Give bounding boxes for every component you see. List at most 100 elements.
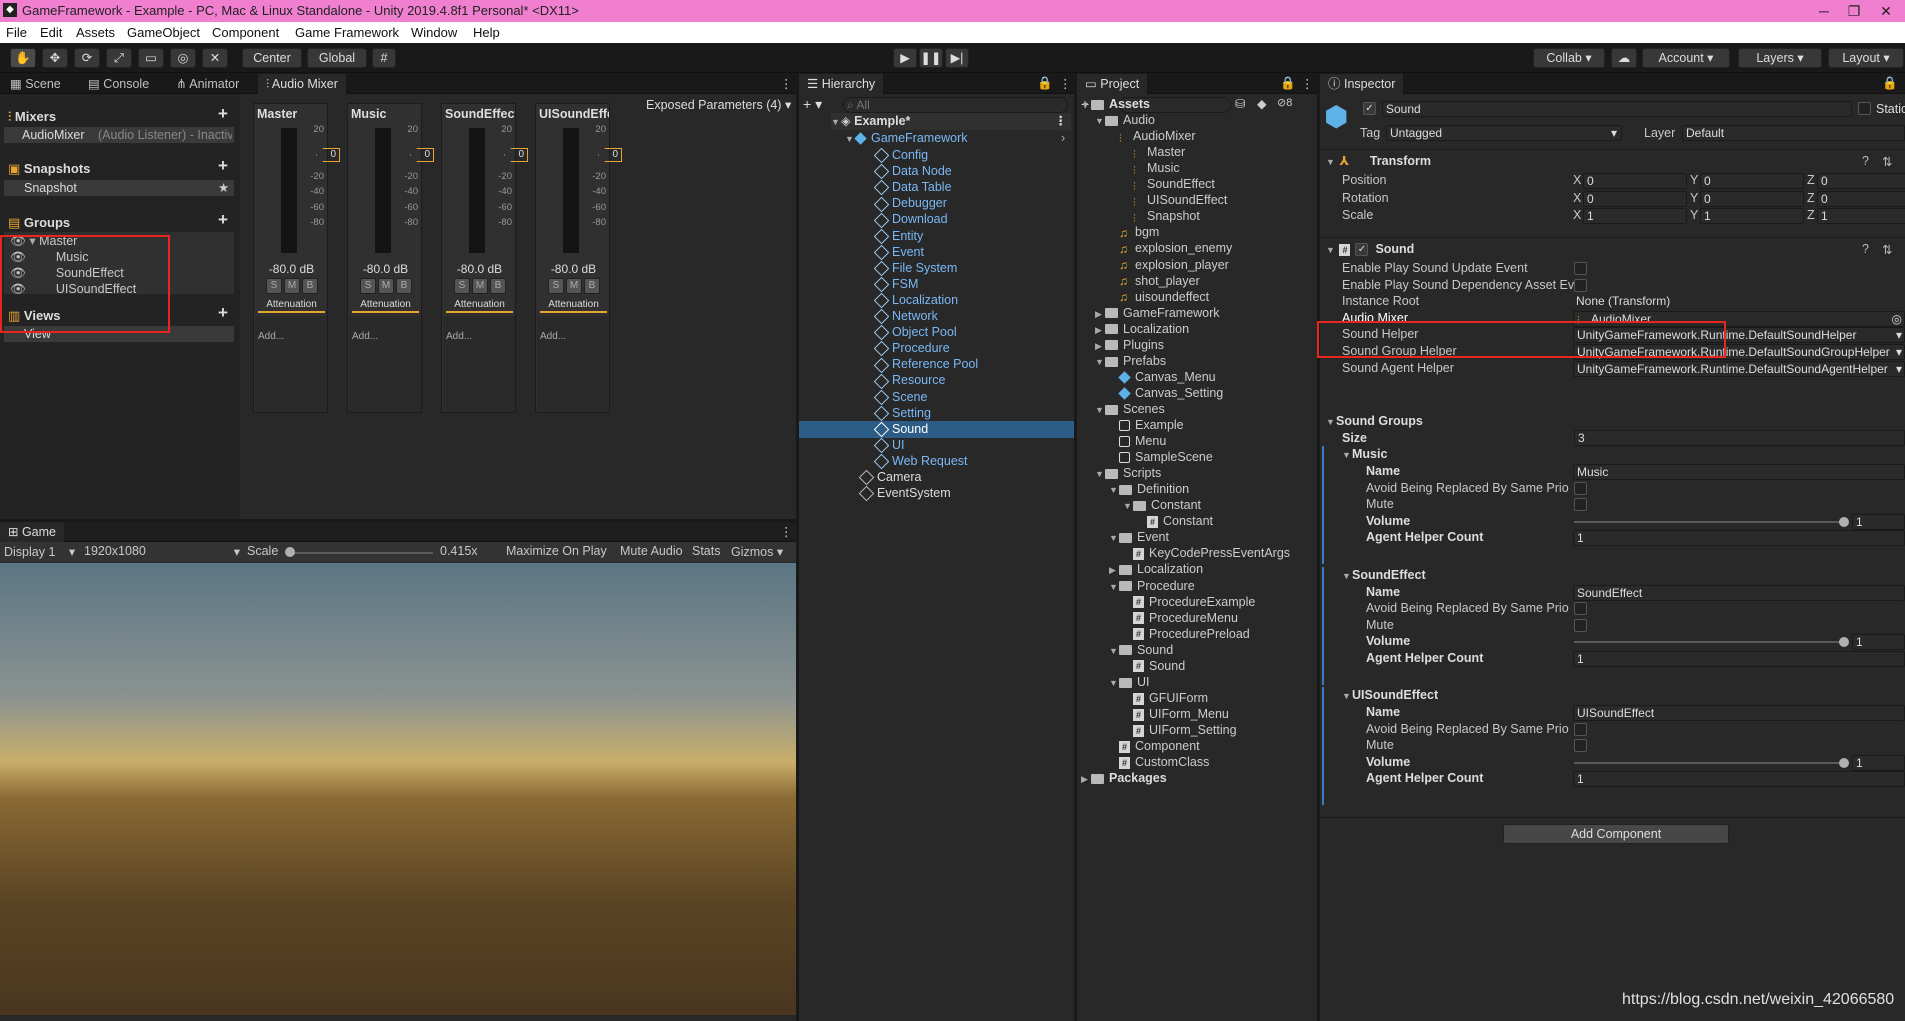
sound-component-header[interactable]: ▼ # ✓ Sound bbox=[1326, 241, 1414, 258]
rect-tool-icon[interactable]: ▭ bbox=[138, 48, 164, 68]
attenuation-effect[interactable]: Attenuation bbox=[352, 299, 419, 313]
project-item[interactable]: ⫶ AudioMixer bbox=[1109, 128, 1196, 145]
solo-button[interactable]: S bbox=[266, 278, 282, 294]
hierarchy-item[interactable]: Procedure bbox=[799, 340, 1074, 357]
add-view-icon[interactable]: + bbox=[218, 303, 228, 323]
add-component-button[interactable]: Add Component bbox=[1503, 824, 1729, 844]
project-item[interactable]: # CustomClass bbox=[1109, 754, 1209, 771]
lock-icon[interactable]: 🔒 bbox=[1037, 76, 1053, 91]
component-enabled-checkbox[interactable]: ✓ bbox=[1355, 243, 1369, 257]
menu-edit[interactable]: Edit bbox=[40, 25, 62, 40]
expand-arrow-icon[interactable]: ▼ bbox=[1095, 354, 1105, 371]
star-icon[interactable]: ★ bbox=[218, 180, 229, 195]
eye-icon[interactable]: 👁 bbox=[10, 282, 26, 296]
object-name-field[interactable]: Sound bbox=[1382, 101, 1852, 117]
sound-field-text[interactable]: None (Transform) bbox=[1573, 294, 1905, 310]
sound-group-avoid-checkbox[interactable] bbox=[1574, 481, 1587, 495]
project-item[interactable]: ♫ explosion_player bbox=[1109, 257, 1229, 274]
hand-tool-icon[interactable]: ✋ bbox=[10, 48, 36, 68]
bypass-button[interactable]: B bbox=[490, 278, 506, 294]
project-item[interactable]: ▼ Audio bbox=[1095, 112, 1155, 129]
volume-slider-track[interactable] bbox=[1574, 520, 1844, 523]
mute-button[interactable]: M bbox=[472, 278, 488, 294]
sound-group-mute-checkbox[interactable] bbox=[1574, 618, 1587, 632]
view-item[interactable]: View bbox=[4, 326, 234, 342]
settings-icon[interactable]: ⇅ bbox=[1882, 154, 1892, 169]
project-item[interactable]: # UIForm_Setting bbox=[1123, 722, 1237, 739]
project-item[interactable]: ▼ Event bbox=[1109, 529, 1169, 546]
pivot-center-button[interactable]: Center bbox=[242, 48, 302, 68]
transform-z-field[interactable]: 1 bbox=[1817, 208, 1905, 224]
object-picker-icon[interactable]: ◎ bbox=[1892, 312, 1902, 326]
close-icon[interactable]: ✕ bbox=[1872, 1, 1900, 21]
static-checkbox[interactable] bbox=[1858, 102, 1871, 115]
add-snapshot-icon[interactable]: + bbox=[218, 156, 228, 176]
panel-menu-icon[interactable]: ⋮ bbox=[780, 524, 793, 539]
panel-menu-icon[interactable]: ⋮ bbox=[1059, 76, 1072, 91]
tab-inspector[interactable]: ⓘ Inspector bbox=[1320, 74, 1404, 94]
lock-icon[interactable]: 🔒 bbox=[1882, 76, 1898, 91]
mute-audio-toggle[interactable]: Mute Audio bbox=[620, 544, 683, 558]
project-item[interactable]: ▼ Procedure bbox=[1109, 578, 1195, 595]
hierarchy-item[interactable]: Data Node bbox=[799, 163, 1074, 180]
sound-group-avoid-checkbox[interactable] bbox=[1574, 722, 1587, 736]
project-item[interactable]: ♫ explosion_enemy bbox=[1109, 240, 1232, 257]
layers-dropdown[interactable]: Layers ▾ bbox=[1738, 48, 1822, 68]
panel-menu-icon[interactable]: ⋮ bbox=[780, 76, 793, 91]
gameframework-item[interactable]: ▼ GameFramework bbox=[845, 130, 968, 147]
exposed-parameters-dropdown[interactable]: Exposed Parameters (4) ▾ bbox=[646, 97, 791, 112]
transform-y-field[interactable]: 0 bbox=[1700, 190, 1804, 207]
add-effect-button[interactable]: Add... bbox=[258, 331, 284, 342]
project-item[interactable]: Canvas_Setting bbox=[1109, 385, 1223, 402]
transform-x-field[interactable]: 0 bbox=[1583, 190, 1687, 207]
display-dropdown[interactable]: Display 1 ▾ bbox=[4, 544, 75, 559]
hierarchy-item[interactable]: Localization bbox=[799, 292, 1074, 309]
menu-window[interactable]: Window bbox=[411, 25, 457, 40]
collab-dropdown[interactable]: Collab ▾ bbox=[1533, 48, 1605, 68]
expand-arrow-icon[interactable]: ▼ bbox=[1109, 579, 1119, 596]
volume-field[interactable]: 1 bbox=[1852, 513, 1905, 530]
menu-game-framework[interactable]: Game Framework bbox=[295, 25, 399, 40]
project-item[interactable]: # Sound bbox=[1123, 658, 1185, 675]
project-item[interactable]: ♫ shot_player bbox=[1109, 273, 1200, 290]
create-dropdown[interactable]: + ▾ bbox=[803, 96, 822, 113]
add-group-icon[interactable]: + bbox=[218, 210, 228, 230]
hierarchy-item[interactable]: Entity bbox=[799, 228, 1074, 245]
rotate-tool-icon[interactable]: ⟳ bbox=[74, 48, 100, 68]
volume-field[interactable]: 1 bbox=[1852, 634, 1905, 651]
hierarchy-item[interactable]: FSM bbox=[799, 276, 1074, 293]
eye-icon[interactable]: 👁 bbox=[10, 266, 26, 280]
expand-arrow-icon[interactable]: ▼ bbox=[1095, 466, 1105, 483]
attenuation-effect[interactable]: Attenuation bbox=[540, 299, 607, 313]
maximize-on-play-toggle[interactable]: Maximize On Play bbox=[506, 544, 607, 558]
group-item-music[interactable]: 👁 Music bbox=[10, 249, 89, 266]
project-item[interactable]: # Constant bbox=[1137, 513, 1213, 530]
hierarchy-item[interactable]: Camera bbox=[799, 469, 921, 486]
add-effect-button[interactable]: Add... bbox=[446, 331, 472, 342]
resolution-dropdown[interactable]: 1920x1080 ▾ bbox=[84, 544, 240, 559]
project-item[interactable]: ▼ UI bbox=[1109, 674, 1150, 691]
sound-field-object[interactable]: ⫶ AudioMixer ◎ bbox=[1573, 310, 1905, 327]
hierarchy-item[interactable]: Data Table bbox=[799, 179, 1074, 196]
mixer-item[interactable]: AudioMixer (Audio Listener) - Inactiv bbox=[4, 127, 234, 143]
active-checkbox[interactable]: ✓ bbox=[1363, 102, 1376, 115]
mute-button[interactable]: M bbox=[566, 278, 582, 294]
menu-assets[interactable]: Assets bbox=[76, 25, 115, 40]
expand-arrow-icon[interactable]: ▶ bbox=[1081, 771, 1091, 788]
expand-arrow-icon[interactable]: ▼ bbox=[1109, 643, 1119, 660]
hidden-packages-icon[interactable]: ⊘8 bbox=[1277, 96, 1292, 109]
hierarchy-item[interactable]: Config bbox=[799, 147, 1074, 164]
add-effect-button[interactable]: Add... bbox=[540, 331, 566, 342]
volume-slider-knob[interactable] bbox=[1839, 516, 1849, 527]
expand-arrow-icon[interactable]: ▼ bbox=[1095, 113, 1105, 130]
project-item[interactable]: ▼ Prefabs bbox=[1095, 353, 1166, 370]
agent-helper-count-field[interactable]: 1 bbox=[1573, 771, 1905, 788]
game-viewport[interactable] bbox=[0, 563, 796, 1015]
pivot-global-button[interactable]: Global bbox=[307, 48, 367, 68]
sound-group-foldout[interactable]: ▼SoundEffect bbox=[1342, 567, 1426, 584]
volume-slider-knob[interactable] bbox=[1839, 757, 1849, 768]
solo-button[interactable]: S bbox=[548, 278, 564, 294]
project-item[interactable]: Canvas_Menu bbox=[1109, 369, 1216, 386]
transform-z-field[interactable]: 0 bbox=[1817, 190, 1905, 207]
hierarchy-item[interactable]: Resource bbox=[799, 372, 1074, 389]
